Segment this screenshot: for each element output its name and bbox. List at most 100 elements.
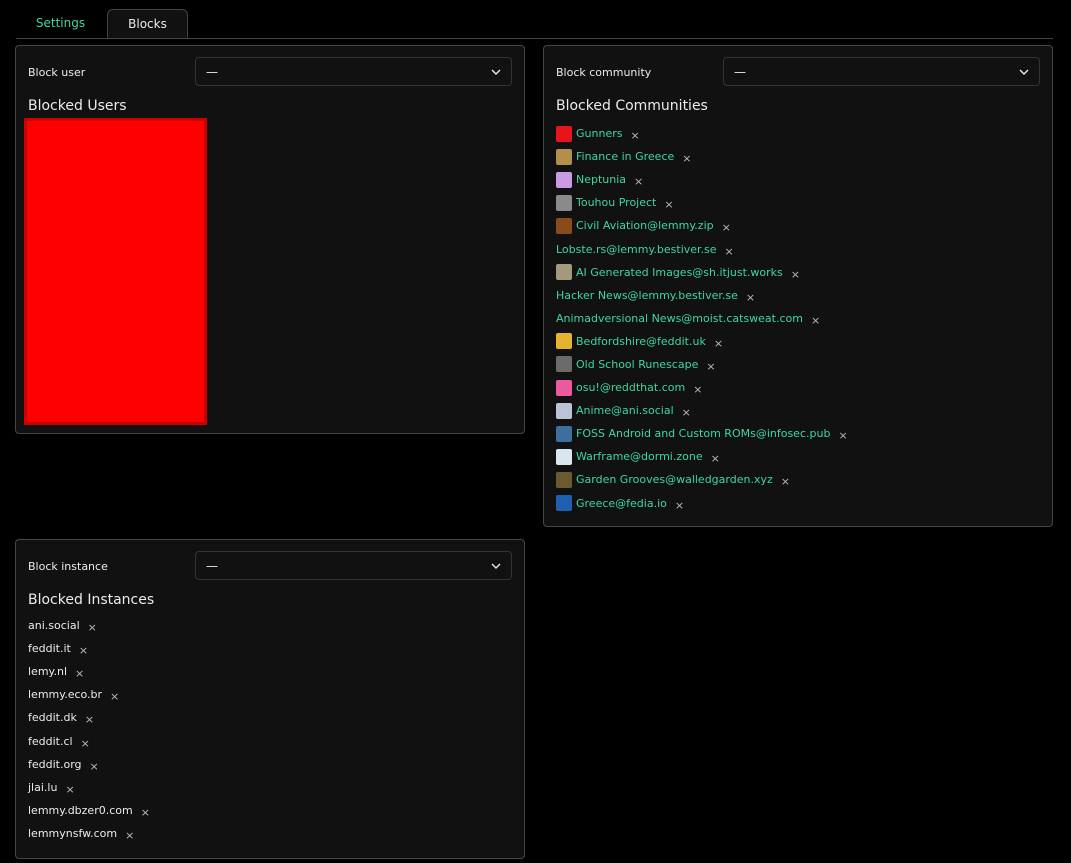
remove-icon[interactable]: × [88, 621, 97, 634]
tab-settings[interactable]: Settings [16, 9, 105, 38]
remove-icon[interactable]: × [682, 406, 691, 419]
list-item: Animadversional News@moist.catsweat.com × [556, 307, 848, 330]
remove-icon[interactable]: × [714, 337, 723, 350]
remove-icon[interactable]: × [634, 175, 643, 188]
remove-icon[interactable]: × [81, 737, 90, 750]
community-link[interactable]: Garden Grooves@walledgarden.xyz [576, 473, 773, 486]
remove-icon[interactable]: × [791, 268, 800, 281]
block-user-select[interactable]: — [195, 57, 512, 86]
community-link[interactable]: Bedfordshire@feddit.uk [576, 335, 706, 348]
community-link[interactable]: Finance in Greece [576, 150, 674, 163]
community-avatar-icon [556, 148, 572, 165]
remove-icon[interactable]: × [664, 198, 673, 211]
remove-icon[interactable]: × [675, 499, 684, 512]
list-item: feddit.dk × [28, 706, 150, 729]
instance-name: lemmy.eco.br [28, 688, 103, 702]
list-item: Lobste.rs@lemmy.bestiver.se × [556, 237, 848, 260]
tab-bar: Settings Blocks [16, 8, 1053, 39]
block-instance-select[interactable]: — [195, 551, 512, 580]
blocked-instances-title: Blocked Instances [28, 592, 155, 608]
instance-name: feddit.dk [28, 711, 77, 725]
community-link[interactable]: Warframe@dormi.zone [576, 450, 703, 463]
list-item: osu!@reddthat.com × [556, 376, 848, 399]
community-avatar-icon [556, 356, 572, 373]
chevron-down-icon [491, 69, 501, 75]
blocked-communities-list: Gunners × Finance in Greece × Neptunia × Touho… [556, 122, 848, 515]
community-avatar-icon [556, 471, 572, 488]
remove-icon[interactable]: × [725, 245, 734, 258]
remove-icon[interactable]: × [125, 829, 134, 842]
community-avatar-icon [556, 379, 572, 396]
remove-icon[interactable]: × [79, 644, 88, 657]
blocked-instances-list: ani.social × feddit.it × lemy.nl × lemmy.eco.b… [28, 614, 150, 845]
block-instance-label: Block instance [28, 560, 108, 573]
remove-icon[interactable]: × [65, 783, 74, 796]
community-avatar-icon [556, 333, 572, 350]
instance-name: ani.social [28, 619, 80, 633]
list-item: ani.social × [28, 614, 150, 637]
list-item: lemy.nl × [28, 660, 150, 683]
remove-icon[interactable]: × [682, 152, 691, 165]
list-item: Garden Grooves@walledgarden.xyz × [556, 468, 848, 491]
list-item: AI Generated Images@sh.itjust.works × [556, 261, 848, 284]
remove-icon[interactable]: × [85, 713, 94, 726]
remove-icon[interactable]: × [90, 760, 99, 773]
community-avatar-icon [556, 264, 572, 281]
remove-icon[interactable]: × [706, 360, 715, 373]
community-link[interactable]: Greece@fedia.io [576, 497, 667, 510]
list-item: lemmy.eco.br × [28, 683, 150, 706]
remove-icon[interactable]: × [781, 475, 790, 488]
blocked-users-title: Blocked Users [28, 98, 127, 114]
list-item: Bedfordshire@feddit.uk × [556, 330, 848, 353]
block-community-select[interactable]: — [723, 57, 1040, 86]
community-link[interactable]: Old School Runescape [576, 358, 698, 371]
community-link[interactable]: Civil Aviation@lemmy.zip [576, 219, 714, 232]
community-avatar-icon [556, 425, 572, 442]
instance-name: jlai.lu [28, 780, 58, 794]
list-item: Touhou Project × [556, 191, 848, 214]
community-link[interactable]: Touhou Project [576, 196, 656, 209]
list-item: FOSS Android and Custom ROMs@infosec.pub… [556, 422, 848, 445]
community-avatar-icon [556, 171, 572, 188]
list-item: feddit.it × [28, 637, 150, 660]
remove-icon[interactable]: × [141, 806, 150, 819]
tab-blocks[interactable]: Blocks [107, 9, 188, 38]
community-link[interactable]: FOSS Android and Custom ROMs@infosec.pub [576, 427, 830, 440]
remove-icon[interactable]: × [75, 667, 84, 680]
remove-icon[interactable]: × [693, 383, 702, 396]
remove-icon[interactable]: × [838, 429, 847, 442]
community-avatar-icon [556, 402, 572, 419]
community-link[interactable]: Neptunia [576, 173, 626, 186]
remove-icon[interactable]: × [811, 314, 820, 327]
list-item: Old School Runescape × [556, 353, 848, 376]
community-avatar-icon [556, 194, 572, 211]
list-item: jlai.lu × [28, 776, 150, 799]
remove-icon[interactable]: × [711, 452, 720, 465]
redacted-blocked-users-list [24, 118, 207, 425]
list-item: feddit.cl × [28, 729, 150, 752]
instance-name: lemmy.dbzer0.com [28, 803, 133, 817]
community-link[interactable]: Gunners [576, 127, 622, 140]
remove-icon[interactable]: × [722, 221, 731, 234]
list-item: Greece@fedia.io × [556, 492, 848, 515]
instance-name: feddit.it [28, 642, 71, 656]
list-item: Neptunia × [556, 168, 848, 191]
block-instance-select-value: — [206, 559, 218, 573]
instance-name: lemy.nl [28, 665, 68, 679]
remove-icon[interactable]: × [746, 291, 755, 304]
list-item: Civil Aviation@lemmy.zip × [556, 214, 848, 237]
list-item: feddit.org × [28, 753, 150, 776]
community-link[interactable]: Hacker News@lemmy.bestiver.se [556, 289, 738, 302]
community-link[interactable]: osu!@reddthat.com [576, 381, 685, 394]
remove-icon[interactable]: × [630, 129, 639, 142]
instance-name: feddit.cl [28, 734, 73, 748]
block-community-card: Block community — Blocked Communities Gu… [543, 45, 1053, 527]
community-link[interactable]: AI Generated Images@sh.itjust.works [576, 266, 783, 279]
community-link[interactable]: Lobste.rs@lemmy.bestiver.se [556, 243, 717, 256]
remove-icon[interactable]: × [110, 690, 119, 703]
block-instance-card: Block instance — Blocked Instances ani.s… [15, 539, 525, 859]
community-avatar-icon [556, 448, 572, 465]
community-link[interactable]: Animadversional News@moist.catsweat.com [556, 312, 803, 325]
community-avatar-icon [556, 217, 572, 234]
community-link[interactable]: Anime@ani.social [576, 404, 674, 417]
